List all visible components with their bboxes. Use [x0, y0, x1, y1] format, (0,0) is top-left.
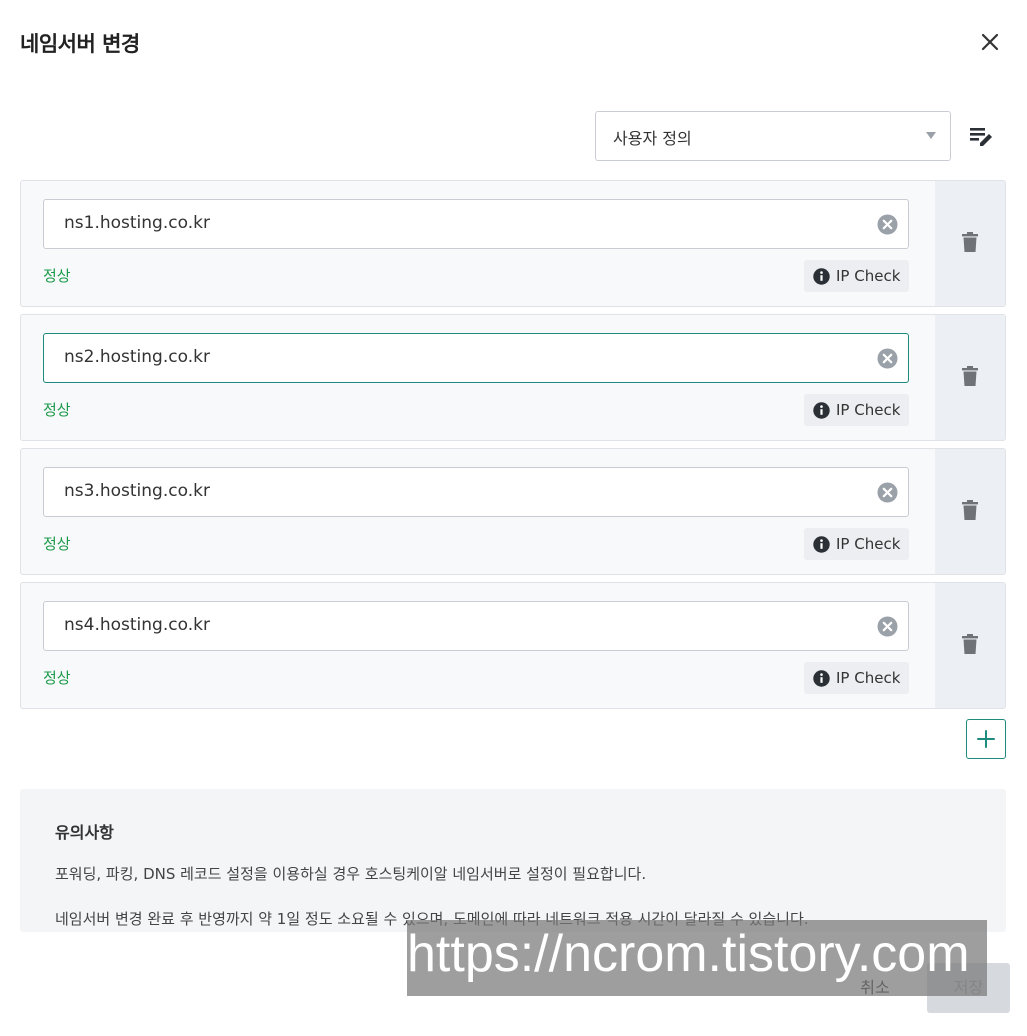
ip-check-button[interactable]: IP Check: [804, 528, 909, 560]
clear-circle-icon: [877, 214, 898, 235]
delete-row-button[interactable]: [935, 583, 1005, 708]
clear-circle-icon: [877, 482, 898, 503]
ip-check-button[interactable]: IP Check: [804, 394, 909, 426]
delete-row-button[interactable]: [935, 315, 1005, 440]
clear-circle-icon: [877, 616, 898, 637]
ip-check-button[interactable]: IP Check: [804, 260, 909, 292]
nameserver-input[interactable]: ns2.hosting.co.kr: [43, 333, 909, 383]
status-text: 정상: [43, 267, 71, 285]
nameserver-row: ns2.hosting.co.kr 정상 IP Check: [20, 314, 1006, 441]
watermark-text: https://ncrom.tistory.com: [407, 925, 970, 983]
add-nameserver-button[interactable]: [966, 719, 1006, 759]
ip-check-label: IP Check: [836, 267, 901, 285]
trash-icon: [962, 366, 978, 386]
nameserver-input-value: ns1.hosting.co.kr: [64, 213, 210, 233]
status-text: 정상: [43, 535, 71, 553]
nameserver-input[interactable]: ns4.hosting.co.kr: [43, 601, 909, 651]
edit-note-icon: [970, 128, 992, 146]
delete-row-button[interactable]: [935, 181, 1005, 306]
nameserver-input-value: ns2.hosting.co.kr: [64, 347, 210, 367]
clear-input-button[interactable]: [877, 214, 898, 235]
close-button[interactable]: [976, 28, 1004, 56]
ip-check-label: IP Check: [836, 669, 901, 687]
clear-input-button[interactable]: [877, 616, 898, 637]
info-icon: [813, 402, 830, 419]
nameserver-row: ns3.hosting.co.kr 정상 IP Check: [20, 448, 1006, 575]
trash-icon: [962, 232, 978, 252]
notice-box: 유의사항 포워딩, 파킹, DNS 레코드 설정을 이용하실 경우 호스팅케이알…: [20, 789, 1006, 932]
ip-check-button[interactable]: IP Check: [804, 662, 909, 694]
close-icon: [981, 33, 999, 51]
info-icon: [813, 268, 830, 285]
info-icon: [813, 536, 830, 553]
clear-circle-icon: [877, 348, 898, 369]
trash-icon: [962, 634, 978, 654]
clear-input-button[interactable]: [877, 348, 898, 369]
plus-icon: [977, 730, 995, 748]
nameserver-input-value: ns3.hosting.co.kr: [64, 481, 210, 501]
ip-check-label: IP Check: [836, 401, 901, 419]
watermark-overlay: https://ncrom.tistory.com: [407, 920, 987, 996]
notice-title: 유의사항: [55, 823, 114, 842]
nameserver-row: ns1.hosting.co.kr 정상 IP Check: [20, 180, 1006, 307]
info-icon: [813, 670, 830, 687]
status-text: 정상: [43, 401, 71, 419]
ip-check-label: IP Check: [836, 535, 901, 553]
preset-select[interactable]: 사용자 정의: [595, 111, 951, 161]
nameserver-input[interactable]: ns3.hosting.co.kr: [43, 467, 909, 517]
status-text: 정상: [43, 669, 71, 687]
trash-icon: [962, 500, 978, 520]
delete-row-button[interactable]: [935, 449, 1005, 574]
nameserver-row: ns4.hosting.co.kr 정상 IP Check: [20, 582, 1006, 709]
preset-select-value: 사용자 정의: [613, 129, 692, 148]
edit-preset-button[interactable]: [966, 122, 996, 152]
notice-line: 포워딩, 파킹, DNS 레코드 설정을 이용하실 경우 호스팅케이알 네임서버…: [55, 865, 647, 883]
dialog-title: 네임서버 변경: [20, 32, 140, 56]
nameserver-input[interactable]: ns1.hosting.co.kr: [43, 199, 909, 249]
caret-down-icon: [926, 132, 936, 139]
clear-input-button[interactable]: [877, 482, 898, 503]
nameserver-input-value: ns4.hosting.co.kr: [64, 615, 210, 635]
